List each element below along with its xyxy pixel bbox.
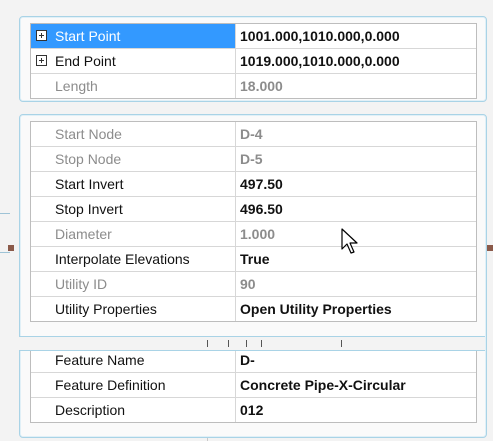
- property-value: 18.000: [240, 78, 283, 94]
- property-value[interactable]: 496.50: [237, 197, 476, 221]
- property-name[interactable]: End Point: [31, 49, 236, 73]
- separator-tick: [207, 340, 208, 347]
- separator-tick: [261, 340, 262, 347]
- property-name[interactable]: Utility Properties: [31, 297, 236, 321]
- property-row-feature-definition[interactable]: Feature Definition Concrete Pipe-X-Circu…: [31, 373, 476, 398]
- property-value[interactable]: 012: [237, 398, 476, 422]
- property-value: D-4: [240, 126, 263, 142]
- open-utility-properties-link[interactable]: Open Utility Properties: [237, 297, 476, 321]
- property-name[interactable]: Description: [31, 398, 236, 422]
- separator-tick: [228, 340, 229, 347]
- property-value[interactable]: 1019.000,1010.000,0.000: [237, 49, 476, 73]
- property-row-utility-properties[interactable]: Utility Properties Open Utility Properti…: [31, 297, 476, 321]
- property-row-diameter: Diameter 1.000: [31, 222, 476, 247]
- feature-grid: Feature Name D- Feature Definition Concr…: [30, 347, 477, 423]
- property-value: D-5: [240, 151, 263, 167]
- property-name[interactable]: Stop Invert: [31, 197, 236, 221]
- property-name: Utility ID: [31, 272, 236, 296]
- separator-tick: [246, 340, 247, 347]
- geometry-panel: Start Point 1001.000,1010.000,0.000 End …: [19, 16, 487, 102]
- property-row-stop-invert[interactable]: Stop Invert 496.50: [31, 197, 476, 222]
- property-name: Stop Node: [31, 147, 236, 171]
- property-row-start-point[interactable]: Start Point 1001.000,1010.000,0.000: [31, 24, 476, 49]
- property-row-interpolate-elevations[interactable]: Interpolate Elevations True: [31, 247, 476, 272]
- property-value[interactable]: Concrete Pipe-X-Circular: [237, 373, 476, 397]
- property-name[interactable]: Feature Name: [31, 348, 236, 372]
- property-value[interactable]: 497.50: [237, 172, 476, 196]
- background-mark: [487, 245, 493, 251]
- plus-expander-icon[interactable]: [36, 30, 47, 41]
- property-row-utility-id: Utility ID 90: [31, 272, 476, 297]
- property-value[interactable]: D-: [237, 348, 476, 372]
- property-name[interactable]: Interpolate Elevations: [31, 247, 236, 271]
- property-row-length: Length 18.000: [31, 74, 476, 98]
- property-row-start-node: Start Node D-4: [31, 122, 476, 147]
- property-name[interactable]: Start Point: [31, 24, 236, 48]
- property-name: Diameter: [31, 222, 236, 246]
- property-row-stop-node: Stop Node D-5: [31, 147, 476, 172]
- background-line: [0, 252, 10, 253]
- property-name[interactable]: Feature Definition: [31, 373, 236, 397]
- property-row-feature-name[interactable]: Feature Name D-: [31, 348, 476, 373]
- pipe-grid: Start Node D-4 Stop Node D-5 Start Inver…: [30, 121, 477, 322]
- property-value: 90: [240, 276, 256, 292]
- geometry-grid: Start Point 1001.000,1010.000,0.000 End …: [30, 23, 477, 99]
- separator-tick: [341, 340, 342, 347]
- background-line: [0, 213, 10, 214]
- group-separator: [19, 336, 485, 351]
- plus-expander-icon[interactable]: [36, 55, 47, 66]
- property-value[interactable]: 1001.000,1010.000,0.000: [237, 24, 476, 48]
- background-mark: [8, 245, 14, 251]
- mouse-pointer-icon: [341, 228, 358, 254]
- property-name: Start Node: [31, 122, 236, 146]
- property-row-end-point[interactable]: End Point 1019.000,1010.000,0.000: [31, 49, 476, 74]
- property-row-description[interactable]: Description 012: [31, 398, 476, 422]
- property-name: Length: [31, 74, 236, 98]
- property-name[interactable]: Start Invert: [31, 172, 236, 196]
- pipe-panel: Start Node D-4 Stop Node D-5 Start Inver…: [19, 114, 487, 438]
- property-row-start-invert[interactable]: Start Invert 497.50: [31, 172, 476, 197]
